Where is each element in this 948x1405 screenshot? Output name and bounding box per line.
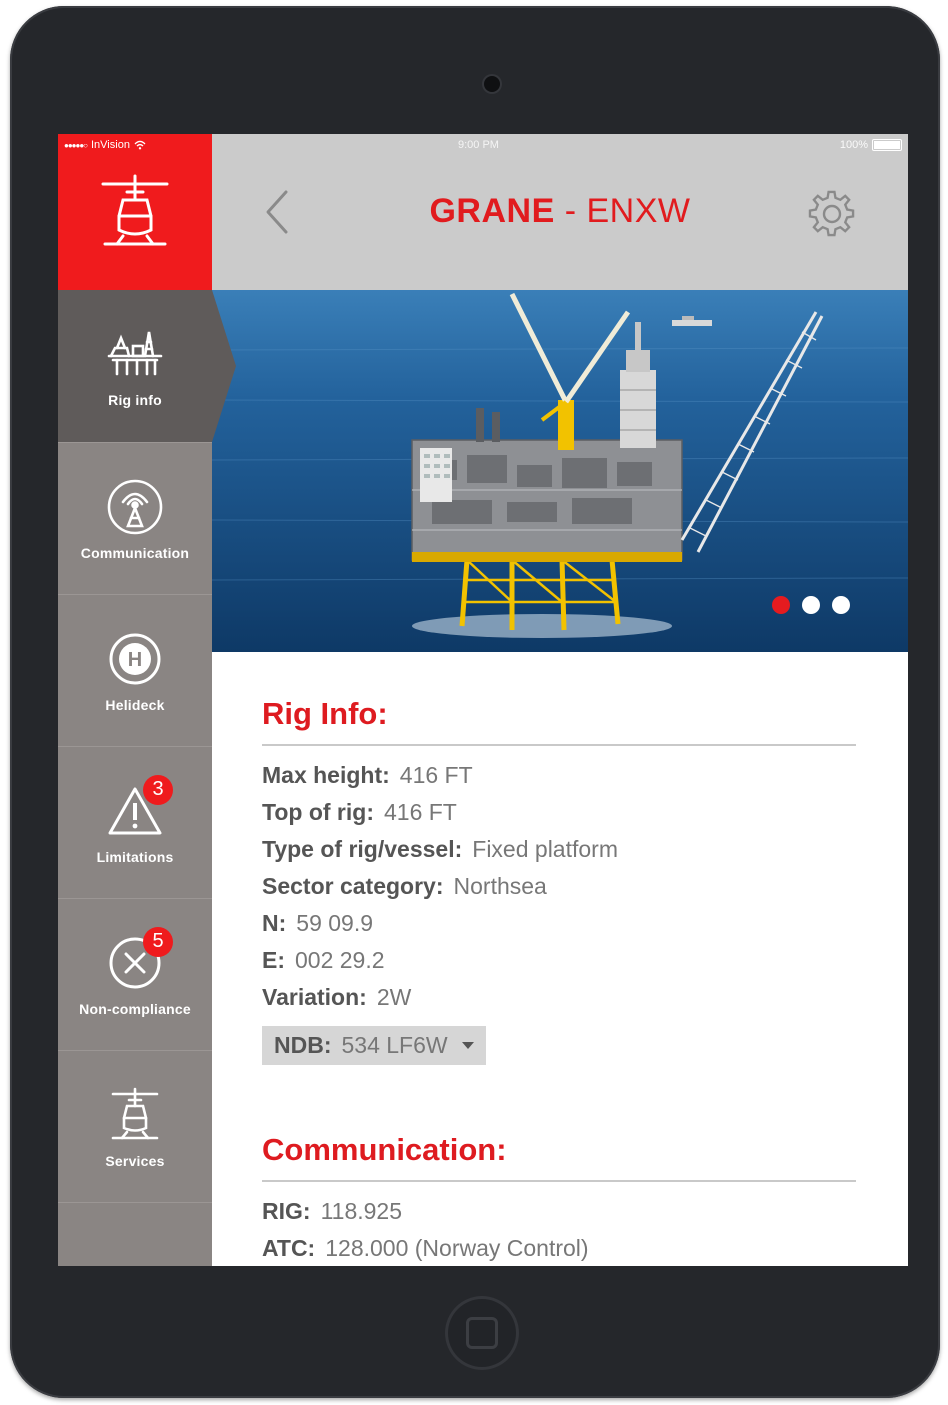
home-square-icon xyxy=(466,1317,498,1349)
title-separator: - xyxy=(554,192,587,230)
info-value: 2W xyxy=(376,984,412,1010)
limitations-badge: 3 xyxy=(143,774,173,805)
active-item-indicator xyxy=(212,290,236,442)
status-bar: ●●●●●○ InVision 9:00 PM 100% xyxy=(58,134,908,158)
front-camera xyxy=(484,76,500,92)
carousel-pagination xyxy=(772,596,850,614)
info-row-east: E: 002 29.2 xyxy=(262,947,385,974)
info-value: 128.000 (Norway Control) xyxy=(325,1235,589,1261)
non-compliance-badge: 5 xyxy=(143,926,173,957)
info-value: 002 29.2 xyxy=(295,947,385,973)
sidebar-item-rig-info[interactable]: Rig info xyxy=(58,290,212,442)
helipad-icon: H xyxy=(109,633,161,684)
communication-heading: Communication: xyxy=(262,1132,507,1167)
sidebar: Rig info Communication H Helideck 3 Limi… xyxy=(58,134,212,1266)
radio-tower-icon xyxy=(107,479,163,534)
info-key: Variation: xyxy=(262,984,367,1010)
helicopter-icon xyxy=(111,1087,159,1139)
ndb-key: NDB: xyxy=(274,1032,332,1058)
app-screen: ●●●●●○ InVision 9:00 PM 100% Rig info Co… xyxy=(58,134,908,1266)
sidebar-item-helideck[interactable]: H Helideck xyxy=(58,594,212,746)
info-row-atc-frequency: ATC: 128.000 (Norway Control) xyxy=(262,1235,589,1262)
info-row-north: N: 59 09.9 xyxy=(262,910,373,937)
oil-rig-icon xyxy=(107,331,163,376)
carrier-name: InVision xyxy=(91,139,130,151)
icon-wrap xyxy=(103,477,167,537)
signal-strength-icon: ●●●●●○ xyxy=(64,140,88,150)
sidebar-item-more[interactable] xyxy=(58,1202,212,1266)
info-key: ATC: xyxy=(262,1235,316,1261)
sidebar-item-label: Limitations xyxy=(96,848,174,865)
icon-wrap: 3 xyxy=(103,774,173,841)
sidebar-item-services[interactable]: Services xyxy=(58,1050,212,1202)
info-value: 118.925 xyxy=(320,1198,402,1224)
status-right: 100% xyxy=(840,139,902,151)
battery-icon xyxy=(872,139,902,151)
icon-wrap xyxy=(103,324,167,384)
sidebar-item-label: Services xyxy=(105,1152,165,1169)
wifi-icon xyxy=(134,140,146,150)
sidebar-item-label: Rig info xyxy=(108,392,162,408)
carousel-dot-2[interactable] xyxy=(802,596,820,614)
status-time: 9:00 PM xyxy=(458,139,499,151)
info-value: Northsea xyxy=(453,873,547,899)
carousel-dot-1[interactable] xyxy=(772,596,790,614)
page-title: GRANE - ENXW xyxy=(212,192,908,231)
home-button[interactable] xyxy=(445,1296,519,1370)
info-key: Max height: xyxy=(262,762,390,788)
sidebar-item-communication[interactable]: Communication xyxy=(58,442,212,594)
icon-wrap: H xyxy=(103,629,167,689)
info-value: 59 09.9 xyxy=(296,910,374,936)
carousel-dot-3[interactable] xyxy=(832,596,850,614)
info-row-max-height: Max height: 416 FT xyxy=(262,762,473,789)
icon-wrap xyxy=(103,1085,167,1145)
info-row-rig-type: Type of rig/vessel: Fixed platform xyxy=(262,836,618,863)
info-key: Type of rig/vessel: xyxy=(262,836,463,862)
rig-info-heading: Rig Info: xyxy=(262,696,388,731)
info-key: Sector category: xyxy=(262,873,444,899)
rig-code: ENXW xyxy=(586,192,691,230)
info-value: 416 FT xyxy=(399,762,473,788)
info-value: 416 FT xyxy=(383,799,457,825)
ndb-value: 534 LF6W xyxy=(341,1032,448,1058)
sidebar-item-label: Non-compliance xyxy=(79,1000,191,1017)
info-key: RIG: xyxy=(262,1198,311,1224)
sidebar-item-limitations[interactable]: 3 Limitations xyxy=(58,746,212,898)
rig-name: GRANE xyxy=(429,192,555,230)
info-row-variation: Variation: 2W xyxy=(262,984,411,1011)
battery-percent: 100% xyxy=(839,139,868,151)
icon-wrap: 5 xyxy=(103,926,173,993)
info-row-top-of-rig: Top of rig: 416 FT xyxy=(262,799,457,826)
sidebar-item-label: Communication xyxy=(80,544,190,561)
svg-text:H: H xyxy=(128,649,142,671)
caret-down-icon xyxy=(461,1042,474,1049)
info-row-rig-frequency: RIG: 118.925 xyxy=(262,1198,402,1225)
rig-info-divider xyxy=(262,744,856,746)
status-left: ●●●●●○ InVision xyxy=(64,139,146,151)
info-key: Top of rig: xyxy=(262,799,374,825)
gear-icon[interactable] xyxy=(808,190,856,238)
sidebar-item-label: Helideck xyxy=(105,696,165,713)
info-value: Fixed platform xyxy=(472,836,618,862)
info-key: N: xyxy=(262,910,287,936)
helicopter-logo-icon xyxy=(101,174,169,246)
info-key: E: xyxy=(262,947,285,973)
communication-divider xyxy=(262,1180,856,1182)
info-row-sector-category: Sector category: Northsea xyxy=(262,873,547,900)
ndb-dropdown[interactable]: NDB: 534 LF6W xyxy=(262,1026,486,1065)
rig-photo-carousel[interactable] xyxy=(212,290,908,652)
sidebar-item-non-compliance[interactable]: 5 Non-compliance xyxy=(58,898,212,1050)
